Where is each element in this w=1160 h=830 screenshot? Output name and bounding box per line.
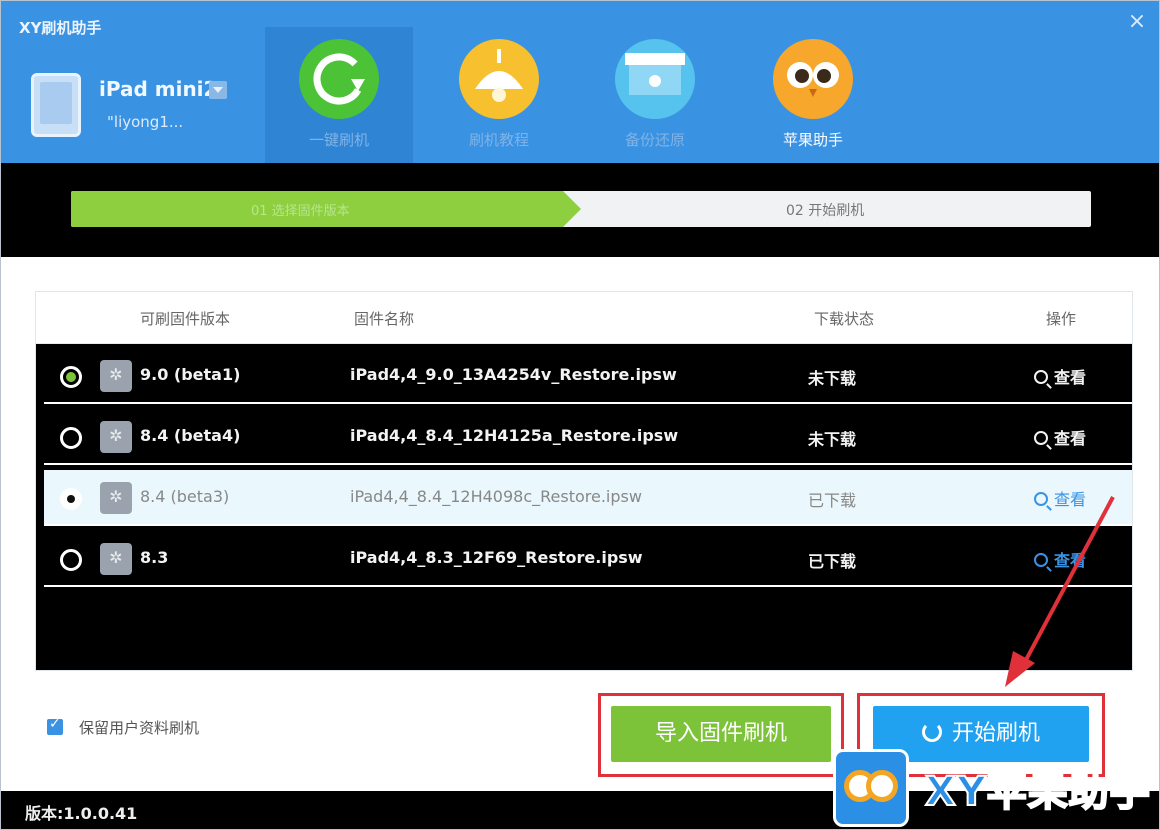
row-status: 未下载 xyxy=(808,430,857,449)
col-status: 下载状态 xyxy=(814,310,875,328)
watermark: XY苹果助手 xyxy=(833,749,1159,829)
search-icon xyxy=(1034,370,1048,384)
row-name: iPad4,4_8.3_12F69_Restore.ipsw xyxy=(350,548,643,567)
row-status: 已下载 xyxy=(808,552,857,571)
ipad-icon xyxy=(31,73,81,137)
row-radio[interactable] xyxy=(60,427,82,449)
table-header: 可刷固件版本 固件名称 下载状态 操作 xyxy=(36,292,1132,344)
view-link[interactable]: 查看 xyxy=(1034,364,1086,388)
header: XY刷机助手 × iPad mini2 "liyong1... 一键刷机 刷机教… xyxy=(1,1,1159,163)
watermark-text: XY苹果助手 xyxy=(924,768,1151,816)
device-user: "liyong1... xyxy=(107,113,184,131)
progress-arrow xyxy=(563,191,581,227)
keep-data-label: 保留用户资料刷机 xyxy=(79,719,200,737)
step-2-label: 02 开始刷机 xyxy=(786,203,865,219)
progress-band: 01 选择固件版本 02 开始刷机 xyxy=(1,163,1159,257)
firmware-icon xyxy=(100,421,132,453)
row-version: 8.4 (beta3) xyxy=(140,487,230,506)
row-name: iPad4,4_9.0_13A4254v_Restore.ipsw xyxy=(350,365,677,384)
app-title: XY刷机助手 xyxy=(19,19,102,37)
device-name: iPad mini2 xyxy=(99,77,218,101)
search-icon xyxy=(1034,553,1048,567)
keep-data-checkbox[interactable] xyxy=(47,716,63,735)
device-info: iPad mini2 "liyong1... xyxy=(31,73,271,143)
row-name: iPad4,4_8.4_12H4125a_Restore.ipsw xyxy=(350,426,679,445)
row-version: 8.4 (beta4) xyxy=(140,426,241,445)
import-firmware-button[interactable]: 导入固件刷机 xyxy=(611,706,831,762)
refresh-circle-icon xyxy=(299,39,379,119)
firmware-icon xyxy=(100,543,132,575)
version-label: 版本:1.0.0.41 xyxy=(25,804,138,823)
row-radio-selected[interactable] xyxy=(60,488,82,510)
nav-one-click-flash[interactable]: 一键刷机 xyxy=(265,27,413,163)
table-row[interactable]: 8.4 (beta4) iPad4,4_8.4_12H4125a_Restore… xyxy=(44,409,1132,465)
nav-tutorial[interactable]: 刷机教程 xyxy=(425,27,573,163)
nav-label: 备份还原 xyxy=(624,131,685,149)
nav-apple-helper[interactable]: 苹果助手 xyxy=(739,27,887,163)
row-version: 8.3 xyxy=(140,548,169,567)
refresh-icon xyxy=(921,722,942,742)
row-name: iPad4,4_8.4_12H4098c_Restore.ipsw xyxy=(350,487,642,506)
row-status: 未下载 xyxy=(808,369,857,388)
close-button[interactable]: × xyxy=(1125,11,1149,35)
row-radio[interactable] xyxy=(60,366,82,388)
device-dropdown-icon[interactable] xyxy=(209,81,227,99)
step-1-label: 01 选择固件版本 xyxy=(251,204,350,219)
firmware-icon xyxy=(100,360,132,392)
firmware-table: 可刷固件版本 固件名称 下载状态 操作 9.0 (beta1) iPad4,4_… xyxy=(35,291,1133,671)
view-link[interactable]: 查看 xyxy=(1034,486,1086,510)
owl-icon xyxy=(773,39,853,119)
lamp-icon xyxy=(459,39,539,119)
row-status: 已下载 xyxy=(808,491,857,510)
nav-label: 刷机教程 xyxy=(468,131,529,149)
view-link[interactable]: 查看 xyxy=(1034,547,1086,571)
row-version: 9.0 (beta1) xyxy=(140,365,241,384)
col-version: 可刷固件版本 xyxy=(140,310,231,328)
nav-label: 一键刷机 xyxy=(308,131,369,149)
table-row[interactable]: 9.0 (beta1) iPad4,4_9.0_13A4254v_Restore… xyxy=(44,348,1132,404)
search-icon xyxy=(1034,431,1048,445)
backup-box-icon xyxy=(615,39,695,119)
firmware-icon xyxy=(100,482,132,514)
row-radio[interactable] xyxy=(60,549,82,571)
nav-label: 苹果助手 xyxy=(782,131,843,149)
nav-backup-restore[interactable]: 备份还原 xyxy=(581,27,729,163)
view-link[interactable]: 查看 xyxy=(1034,425,1086,449)
progress-bar: 01 选择固件版本 02 开始刷机 xyxy=(71,191,1091,227)
owl-logo-icon xyxy=(833,749,909,827)
col-action: 操作 xyxy=(1046,310,1077,328)
col-name: 固件名称 xyxy=(354,310,415,328)
app-window: XY刷机助手 × iPad mini2 "liyong1... 一键刷机 刷机教… xyxy=(0,0,1160,830)
table-row[interactable]: 8.3 iPad4,4_8.3_12F69_Restore.ipsw 已下载 查… xyxy=(44,531,1132,587)
table-row-selected[interactable]: 8.4 (beta3) iPad4,4_8.4_12H4098c_Restore… xyxy=(44,470,1132,526)
search-icon xyxy=(1034,492,1048,506)
